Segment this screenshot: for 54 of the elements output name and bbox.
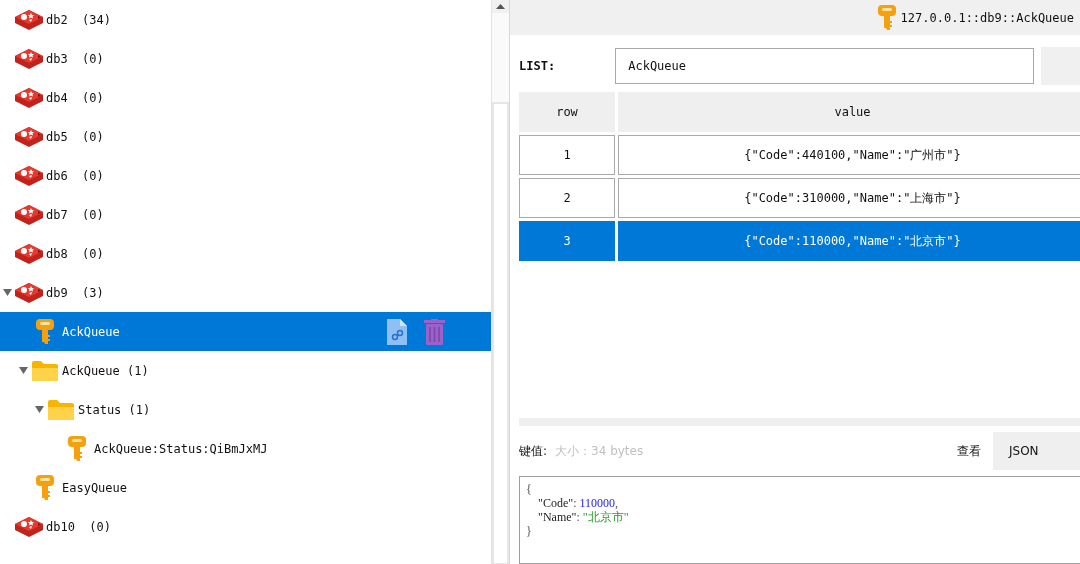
table-cell[interactable]: 2	[519, 178, 615, 218]
tree-item[interactable]: db2 (34)	[0, 0, 491, 39]
database-icon	[14, 202, 44, 227]
expand-caret-icon[interactable]	[2, 289, 12, 296]
tree-item[interactable]: AckQueue:Status:QiBmJxMJ	[0, 429, 491, 468]
database-icon	[14, 85, 44, 110]
key-icon	[876, 3, 897, 32]
code-line: }	[526, 524, 532, 538]
code-line: "Name": "北京市"	[537, 510, 629, 524]
key-icon	[35, 473, 55, 502]
key-path: 127.0.0.1::db9::AckQueue	[900, 10, 1074, 25]
folder-icon	[31, 359, 59, 382]
database-icon	[14, 46, 44, 71]
table-cell[interactable]: {"Code":310000,"Name":"上海市"}	[618, 178, 1080, 218]
database-icon	[14, 124, 44, 149]
folder-icon	[47, 398, 75, 421]
link-document-icon[interactable]	[386, 318, 408, 346]
key-name-field[interactable]: AckQueue	[615, 48, 1034, 84]
table-cell[interactable]: {"Code":110000,"Name":"北京市"}	[618, 221, 1080, 261]
key-icon	[67, 434, 87, 463]
tree-item[interactable]: Status (1)	[0, 390, 491, 429]
tree-item[interactable]: db5 (0)	[0, 117, 491, 156]
view-label: 查看	[957, 442, 981, 460]
value-size: 大小：34 bytes	[555, 442, 645, 460]
database-icon	[14, 163, 44, 188]
database-icon	[14, 514, 44, 539]
database-icon	[14, 241, 44, 266]
tree-item[interactable]: AckQueue	[0, 312, 491, 351]
tree-item[interactable]: db6 (0)	[0, 156, 491, 195]
view-mode-dropdown[interactable]: JSON	[993, 432, 1080, 470]
tree-item[interactable]: db3 (0)	[0, 39, 491, 78]
database-icon	[14, 7, 44, 32]
code-line: "Code": 110000,	[537, 496, 619, 510]
column-header[interactable]: row	[519, 92, 615, 132]
value-label: 键值:	[519, 442, 548, 460]
tree-item[interactable]: db10 (0)	[0, 507, 491, 546]
tree-item[interactable]: db9 (3)	[0, 273, 491, 312]
table-cell[interactable]: 1	[519, 135, 615, 175]
tree-item[interactable]: AckQueue (1)	[0, 351, 491, 390]
expand-caret-icon[interactable]	[34, 406, 44, 413]
table-cell[interactable]: {"Code":440100,"Name":"广州市"}	[618, 135, 1080, 175]
key-icon	[35, 317, 55, 346]
tree-item[interactable]: db7 (0)	[0, 195, 491, 234]
column-header[interactable]: value	[618, 92, 1080, 132]
expand-caret-icon[interactable]	[18, 367, 28, 374]
key-type-label: LIST:	[519, 59, 557, 73]
tree-item[interactable]: db8 (0)	[0, 234, 491, 273]
scrollbar[interactable]	[491, 0, 510, 564]
tree-item[interactable]: db4 (0)	[0, 78, 491, 117]
database-icon	[14, 280, 44, 305]
code-line: {	[526, 482, 532, 496]
tree-item[interactable]: EasyQueue	[0, 468, 491, 507]
json-viewer[interactable]: { "Code": 110000, "Name": "北京市" }	[519, 476, 1080, 564]
table-cell[interactable]: 3	[519, 221, 615, 261]
